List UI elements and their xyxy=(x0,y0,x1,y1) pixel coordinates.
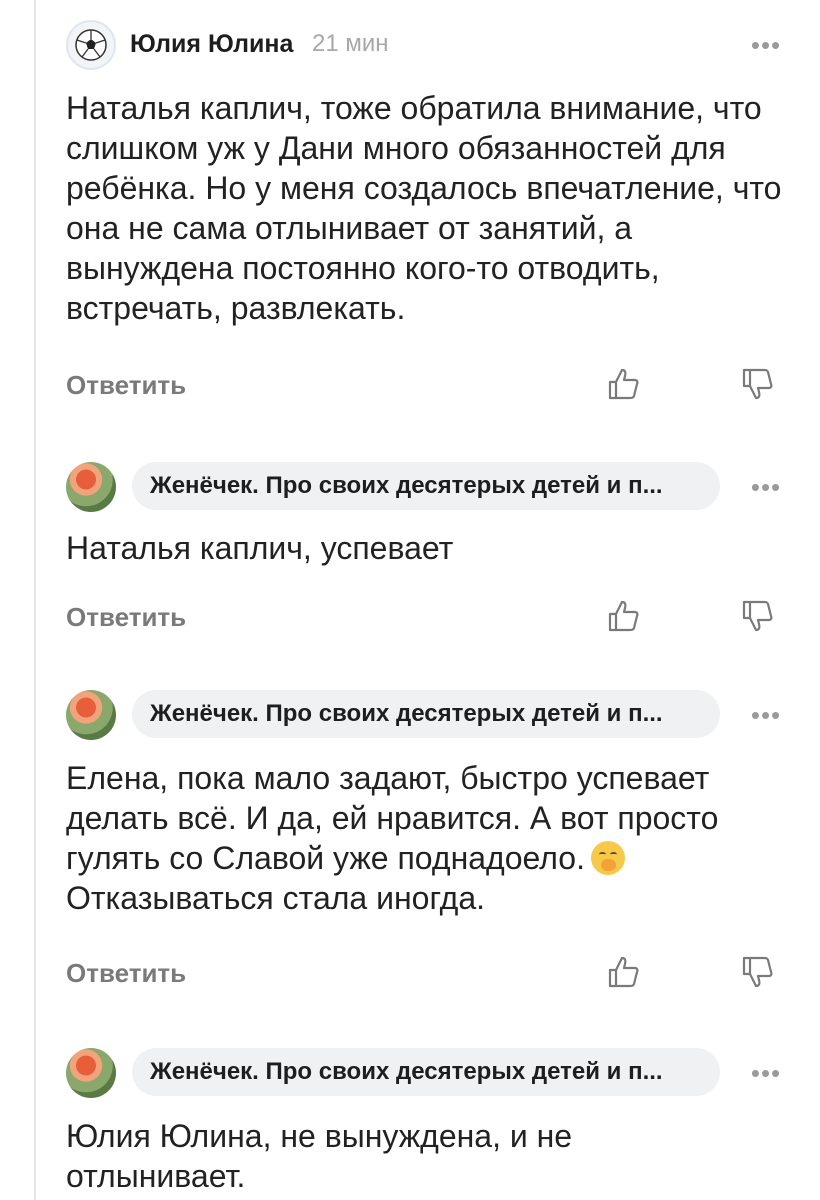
thumbs-up-icon[interactable] xyxy=(604,952,644,992)
comment-text: Наталья каплич, успевает xyxy=(66,530,454,566)
more-dots-icon[interactable]: ••• xyxy=(746,32,786,58)
soccer-ball-icon xyxy=(75,29,107,61)
comment-header: Женёчек. Про своих десятерых детей и п..… xyxy=(66,1048,786,1098)
comment-header: Женёчек. Про своих десятерых детей и п..… xyxy=(66,462,786,512)
comment-text: Наталья каплич, тоже обратила внимание, … xyxy=(66,90,782,326)
reply-button[interactable]: Ответить xyxy=(66,602,186,633)
thumbs-up-icon[interactable] xyxy=(604,364,644,404)
thumbs-up-icon[interactable] xyxy=(604,596,644,636)
comment-actions: Ответить xyxy=(66,364,776,408)
thumbs-down-icon[interactable] xyxy=(738,952,778,992)
author-name[interactable]: Женёчек. Про своих десятерых детей и п..… xyxy=(132,462,720,510)
comment-header: Женёчек. Про своих десятерых детей и п..… xyxy=(66,690,786,740)
face-with-hand-over-mouth-icon xyxy=(590,841,625,875)
author-name[interactable]: Женёчек. Про своих десятерых детей и п..… xyxy=(132,690,720,738)
author-name[interactable]: Юлия Юлина xyxy=(130,30,293,59)
more-dots-icon[interactable]: ••• xyxy=(746,1060,786,1086)
thread-line xyxy=(34,0,36,1200)
comment-time: 21 мин xyxy=(312,30,389,57)
avatar[interactable] xyxy=(66,462,116,512)
comment-actions: Ответить xyxy=(66,952,776,996)
thumbs-down-icon[interactable] xyxy=(738,596,778,636)
reply-button[interactable]: Ответить xyxy=(66,370,186,401)
comment-text: Елена, пока мало задают, быстро успевает… xyxy=(66,758,786,918)
comment-header: Юлия Юлина 21 мин ••• xyxy=(66,20,786,70)
reply-button[interactable]: Ответить xyxy=(66,958,186,989)
avatar[interactable] xyxy=(66,20,116,70)
avatar[interactable] xyxy=(66,1048,116,1098)
avatar[interactable] xyxy=(66,690,116,740)
more-dots-icon[interactable]: ••• xyxy=(746,474,786,500)
more-dots-icon[interactable]: ••• xyxy=(746,702,786,728)
comment-actions: Ответить xyxy=(66,596,776,640)
comment-text: Юлия Юлина, не вынуждена, и не отлынивае… xyxy=(66,1118,573,1194)
comment-text-end: Отказываться стала иногда. xyxy=(66,880,486,916)
author-name[interactable]: Женёчек. Про своих десятерых детей и п..… xyxy=(132,1048,720,1096)
thumbs-down-icon[interactable] xyxy=(738,364,778,404)
